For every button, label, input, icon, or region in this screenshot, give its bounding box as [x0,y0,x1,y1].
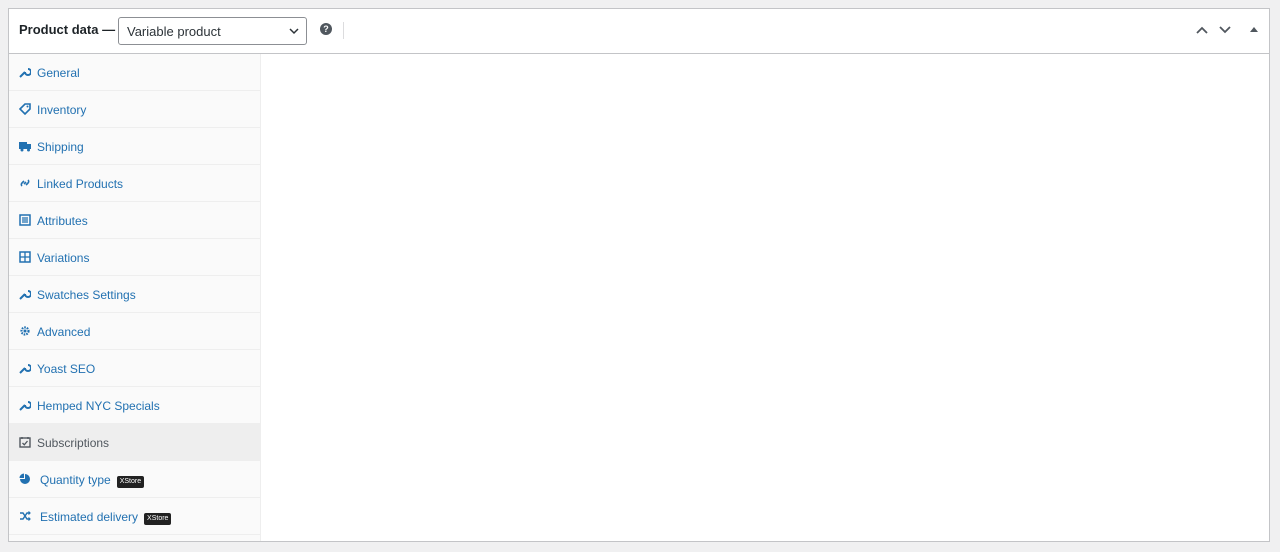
tab-label: Advanced [37,325,91,339]
wrench-icon [19,68,31,78]
tag-icon [19,103,31,115]
product-data-panel: Product data — Variable product ? Genera… [8,8,1270,542]
tab-label: Inventory [37,103,87,117]
tab-hemped-nyc-specials[interactable]: Hemped NYC Specials [9,387,260,424]
tab-linked-products[interactable]: Linked Products [9,165,260,202]
tab-label: Linked Products [37,177,124,191]
tab-shipping[interactable]: Shipping [9,128,260,165]
panel-title: Product data — [19,22,116,37]
tab-label: Yoast SEO [37,362,96,376]
xstore-badge: XStore [116,476,145,488]
tab-label: Quantity type XStore [40,473,145,488]
tab-label: General [37,66,80,80]
tab-label-text: Quantity type [40,473,111,487]
gear-icon [20,326,30,336]
tab-estimated-delivery[interactable]: Estimated delivery XStore [9,498,260,535]
collapse-arrow-icon[interactable] [1247,23,1261,37]
tab-swatches-settings[interactable]: Swatches Settings [9,276,260,313]
tab-variations[interactable]: Variations [9,239,260,276]
tab-label-text: Estimated delivery [40,510,139,524]
tab-label: Variations [37,251,90,265]
grid-icon [19,251,31,263]
wrench-icon [19,290,31,300]
link-icon [20,179,30,187]
pie-icon [19,473,30,484]
tab-subscriptions[interactable]: Subscriptions [9,424,260,461]
tab-advanced[interactable]: Advanced [9,313,260,350]
product-type-select[interactable]: Variable product [118,17,307,45]
tab-label: Subscriptions [37,436,110,450]
product-data-tabs: General Inventory Shipping Linked Produc… [9,54,261,541]
tab-general[interactable]: General [9,54,260,91]
tab-attributes[interactable]: Attributes [9,202,260,239]
tab-label: Attributes [37,214,88,228]
calendar-check-icon [19,437,31,448]
truck-icon [19,142,31,152]
wrench-icon [19,364,31,374]
product-type-value: Variable product [127,24,221,39]
wrench-icon [19,401,31,411]
chevron-up-icon[interactable] [1195,23,1209,37]
help-icon[interactable]: ? [320,23,332,35]
chevron-down-icon[interactable] [1218,23,1232,37]
tab-label: Estimated delivery XStore [40,510,172,525]
tab-label: Swatches Settings [37,288,136,302]
tab-label: Hemped NYC Specials [37,399,160,413]
shuffle-icon [20,511,31,521]
panel-header: Product data — Variable product ? [9,9,1269,54]
tab-quantity-type[interactable]: Quantity type XStore [9,461,260,498]
tab-yoast-seo[interactable]: Yoast SEO [9,350,260,387]
tab-inventory[interactable]: Inventory [9,91,260,128]
list-icon [19,214,31,226]
tab-label: Shipping [37,140,84,154]
header-divider [343,22,344,39]
xstore-badge: XStore [144,513,172,525]
chevron-down-icon [289,28,299,35]
